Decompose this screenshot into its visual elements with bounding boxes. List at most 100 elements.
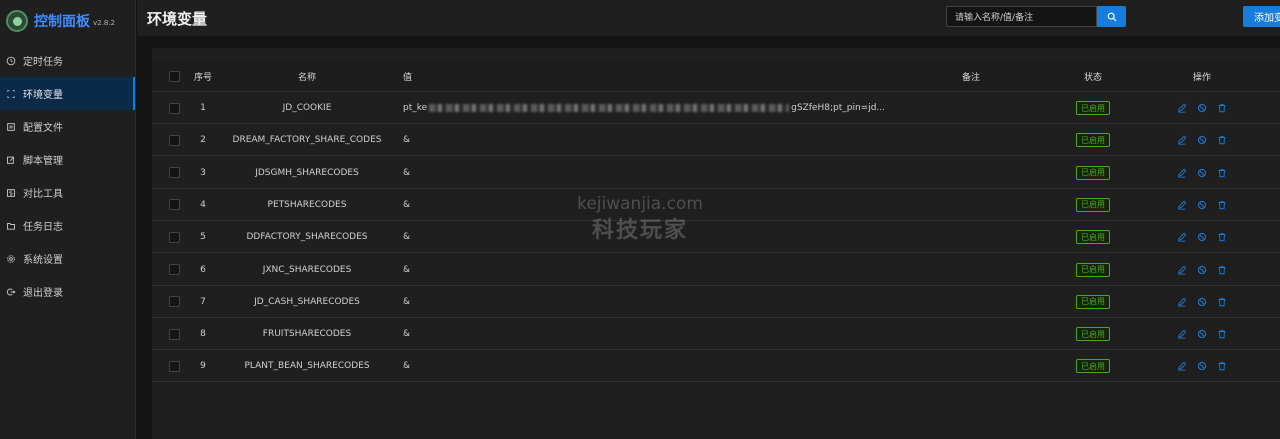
sidebar-item-label: 任务日志 (23, 222, 63, 233)
edit-icon[interactable] (1177, 168, 1187, 178)
edit-icon[interactable] (1177, 103, 1187, 113)
sidebar-item-4[interactable]: 对比工具 (0, 176, 135, 209)
edit-icon[interactable] (1177, 297, 1187, 307)
table-row: 7 JD_CASH_SHARECODES & 已启用 (152, 286, 1280, 318)
row-value: & (403, 124, 923, 156)
select-all-checkbox[interactable] (169, 70, 180, 82)
disable-icon[interactable] (1197, 329, 1207, 339)
row-select-cell (169, 124, 181, 156)
sidebar-item-0[interactable]: 定时任务 (0, 44, 135, 77)
search-button[interactable] (1097, 6, 1126, 27)
row-name: DDFACTORY_SHARECODES (246, 232, 368, 243)
delete-icon[interactable] (1217, 297, 1227, 307)
row-value: pt_ke gSZfeH8;pt_pin=jd... (403, 92, 923, 124)
row-checkbox[interactable] (169, 102, 180, 114)
column-header-name: 名称 (297, 72, 316, 83)
config-file-icon (5, 121, 17, 133)
table-row: 5 DDFACTORY_SHARECODES & 已启用 (152, 221, 1280, 254)
delete-icon[interactable] (1217, 329, 1227, 339)
sidebar-item-label: 环境变量 (23, 90, 63, 101)
sidebar-item-label: 对比工具 (23, 189, 63, 200)
row-value: & (403, 286, 923, 318)
delete-icon[interactable] (1217, 200, 1227, 210)
disable-icon[interactable] (1197, 168, 1207, 178)
row-value-prefix: & (403, 329, 411, 340)
row-value: & (403, 157, 923, 189)
delete-icon[interactable] (1217, 232, 1227, 242)
row-name: JDSGMH_SHARECODES (255, 167, 359, 178)
app-version: v2.8.2 (93, 19, 115, 27)
sidebar-item-label: 系统设置 (23, 255, 63, 266)
status-badge: 已启用 (1076, 359, 1110, 374)
row-checkbox[interactable] (169, 231, 180, 243)
status-badge: 已启用 (1076, 262, 1110, 277)
row-no: 1 (200, 103, 206, 113)
select-all-cell (169, 60, 181, 92)
row-remark (962, 221, 1002, 253)
row-status-cell: 已启用 (1068, 318, 1118, 350)
edit-icon[interactable] (1177, 200, 1187, 210)
row-no: 5 (200, 232, 206, 243)
gear-icon (5, 253, 17, 265)
row-status-cell: 已启用 (1068, 221, 1118, 253)
delete-icon[interactable] (1217, 103, 1227, 113)
row-actions (1162, 350, 1242, 382)
row-no: 3 (200, 167, 206, 178)
edit-icon[interactable] (1177, 361, 1187, 371)
sidebar-item-5[interactable]: 任务日志 (0, 209, 135, 242)
row-actions (1162, 318, 1242, 350)
row-checkbox[interactable] (169, 199, 180, 211)
row-value-prefix: & (403, 264, 411, 275)
edit-icon[interactable] (1177, 135, 1187, 145)
row-actions (1162, 124, 1242, 156)
search-icon (1107, 12, 1116, 21)
disable-icon[interactable] (1197, 297, 1207, 307)
edit-script-icon (5, 154, 17, 166)
disable-icon[interactable] (1197, 103, 1207, 113)
delete-icon[interactable] (1217, 135, 1227, 145)
add-variable-button[interactable]: 添加变量 (1243, 6, 1280, 27)
sidebar-item-6[interactable]: 系统设置 (0, 242, 135, 275)
search-input[interactable]: 请输入名称/值/备注 (946, 6, 1097, 27)
diff-icon (5, 187, 17, 199)
edit-icon[interactable] (1177, 329, 1187, 339)
disable-icon[interactable] (1197, 135, 1207, 145)
row-checkbox[interactable] (169, 360, 180, 372)
sidebar-item-2[interactable]: 配置文件 (0, 110, 135, 143)
row-checkbox[interactable] (169, 264, 180, 275)
edit-icon[interactable] (1177, 232, 1187, 242)
row-select-cell (169, 92, 181, 124)
environment-icon (5, 88, 17, 100)
row-value: & (403, 318, 923, 350)
app-root: 控制面板 v2.8.2 定时任务环境变量配置文件 脚本管理对比工具任务日志系统设置… (0, 0, 1280, 439)
row-checkbox[interactable] (169, 328, 180, 340)
table-row: 2 DREAM_FACTORY_SHARE_CODES & 已启用 (152, 124, 1280, 157)
row-remark (962, 350, 1002, 382)
app-title: 控制面板 (34, 14, 90, 30)
disable-icon[interactable] (1197, 232, 1207, 242)
row-name: JD_COOKIE (282, 103, 332, 113)
delete-icon[interactable] (1217, 265, 1227, 275)
row-remark (962, 92, 1002, 124)
row-remark (962, 189, 1002, 221)
row-select-cell (169, 157, 181, 189)
disable-icon[interactable] (1197, 265, 1207, 275)
row-status-cell: 已启用 (1068, 157, 1118, 189)
sidebar-item-3[interactable]: 脚本管理 (0, 143, 135, 176)
row-remark (962, 286, 1002, 318)
delete-icon[interactable] (1217, 168, 1227, 178)
delete-icon[interactable] (1217, 361, 1227, 371)
row-checkbox[interactable] (169, 296, 180, 308)
row-remark (962, 157, 1002, 189)
sidebar-item-7[interactable]: 退出登录 (0, 275, 135, 308)
disable-icon[interactable] (1197, 200, 1207, 210)
disable-icon[interactable] (1197, 361, 1207, 371)
edit-icon[interactable] (1177, 265, 1187, 275)
sidebar-item-label: 退出登录 (23, 288, 63, 299)
row-checkbox[interactable] (169, 167, 180, 179)
column-header-status: 状态 (1083, 72, 1102, 83)
folder-icon (5, 220, 17, 232)
row-checkbox[interactable] (169, 134, 180, 146)
row-name: DREAM_FACTORY_SHARE_CODES (232, 135, 382, 146)
sidebar-item-1[interactable]: 环境变量 (0, 77, 135, 110)
